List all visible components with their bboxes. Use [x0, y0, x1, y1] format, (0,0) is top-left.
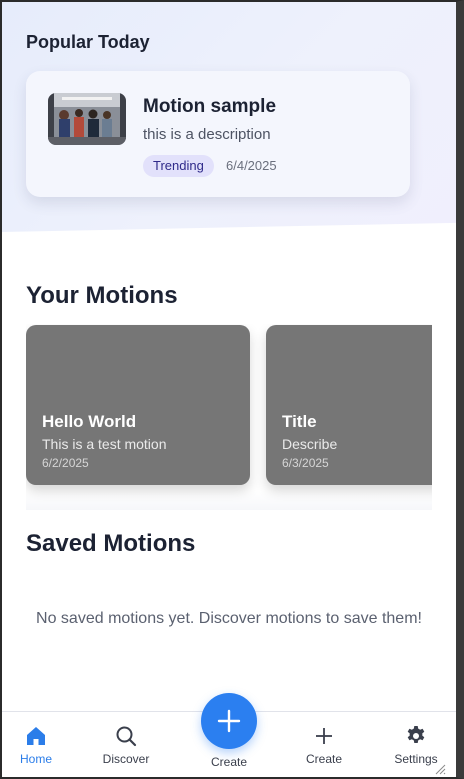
plus-icon: [217, 709, 241, 733]
fab-create-label: Create: [210, 755, 248, 769]
saved-motions-empty-message: No saved motions yet. Discover motions t…: [36, 610, 422, 627]
search-icon: [116, 726, 137, 747]
saved-motions-heading: Saved Motions: [26, 530, 196, 557]
nav-label-discover: Discover: [102, 752, 150, 766]
create-fab-button[interactable]: [201, 693, 257, 749]
your-motions-carousel[interactable]: Hello World This is a test motion 6/2/20…: [26, 324, 432, 510]
motion-card-description: Describe: [282, 436, 338, 452]
app-window: Popular Today Motion sample this is a de…: [0, 0, 464, 779]
nav-label-create: Create: [305, 752, 343, 766]
motion-card[interactable]: Title Describe 6/3/2025: [266, 325, 432, 485]
motion-card-date: 6/2/2025: [42, 456, 89, 470]
popular-motion-description: this is a description: [143, 126, 271, 143]
motion-thumbnail: [48, 93, 126, 145]
motion-card-description: This is a test motion: [42, 436, 167, 452]
nav-label-home: Home: [19, 752, 52, 766]
nav-item-home[interactable]: Home: [2, 712, 74, 777]
nav-item-create[interactable]: Create: [286, 712, 362, 777]
motion-card-date: 6/3/2025: [282, 456, 329, 470]
gear-icon: [407, 726, 425, 743]
your-motions-heading: Your Motions: [26, 282, 178, 309]
trending-badge: Trending: [143, 155, 214, 177]
popular-today-heading: Popular Today: [26, 32, 150, 52]
plus-icon: [316, 728, 332, 744]
motion-card[interactable]: Hello World This is a test motion 6/2/20…: [26, 325, 250, 485]
nav-item-discover[interactable]: Discover: [88, 712, 164, 777]
popular-motion-date: 6/4/2025: [226, 158, 277, 173]
popular-motion-card[interactable]: Motion sample this is a description Tren…: [26, 71, 410, 197]
motion-card-title: Hello World: [42, 412, 137, 431]
resize-grip-icon[interactable]: [434, 763, 446, 775]
home-icon: [27, 727, 45, 745]
motion-card-title: Title: [282, 412, 317, 431]
popular-motion-title: Motion sample: [143, 96, 277, 117]
